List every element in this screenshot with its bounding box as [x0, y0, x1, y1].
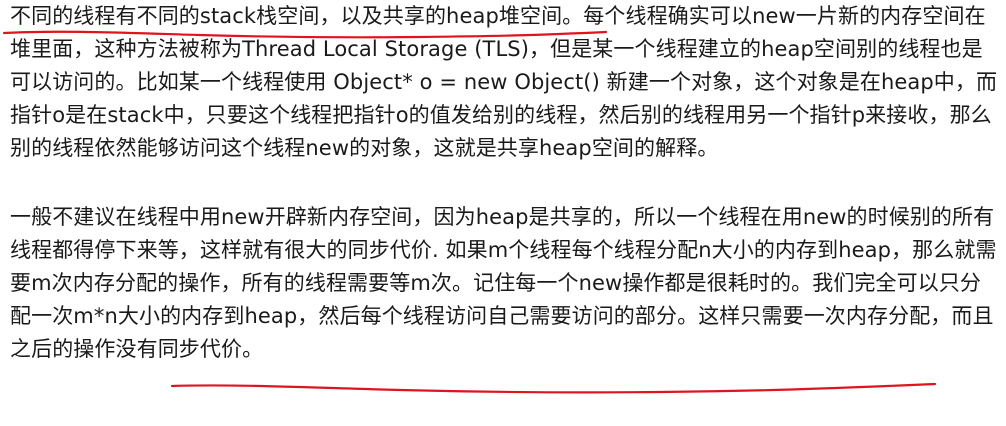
paragraph-allocation-advice: 一般不建议在线程中用new开辟新内存空间，因为heap是共享的，所以一个线程在用… [10, 201, 1000, 366]
document-body: 不同的线程有不同的stack栈空间，以及共享的heap堆空间。每个线程确实可以n… [10, 0, 1000, 366]
paragraph-thread-memory: 不同的线程有不同的stack栈空间，以及共享的heap堆空间。每个线程确实可以n… [10, 0, 1000, 165]
underlined-phrase-stack-heap: 不同的线程有不同的stack栈空间，以及共享的heap堆空间。 [10, 4, 584, 28]
paragraph-text: 一般不建议在线程中用new开辟新内存空间，因为heap是共享的，所以一个线程在用… [10, 205, 997, 295]
red-underline-bottom [170, 382, 937, 394]
